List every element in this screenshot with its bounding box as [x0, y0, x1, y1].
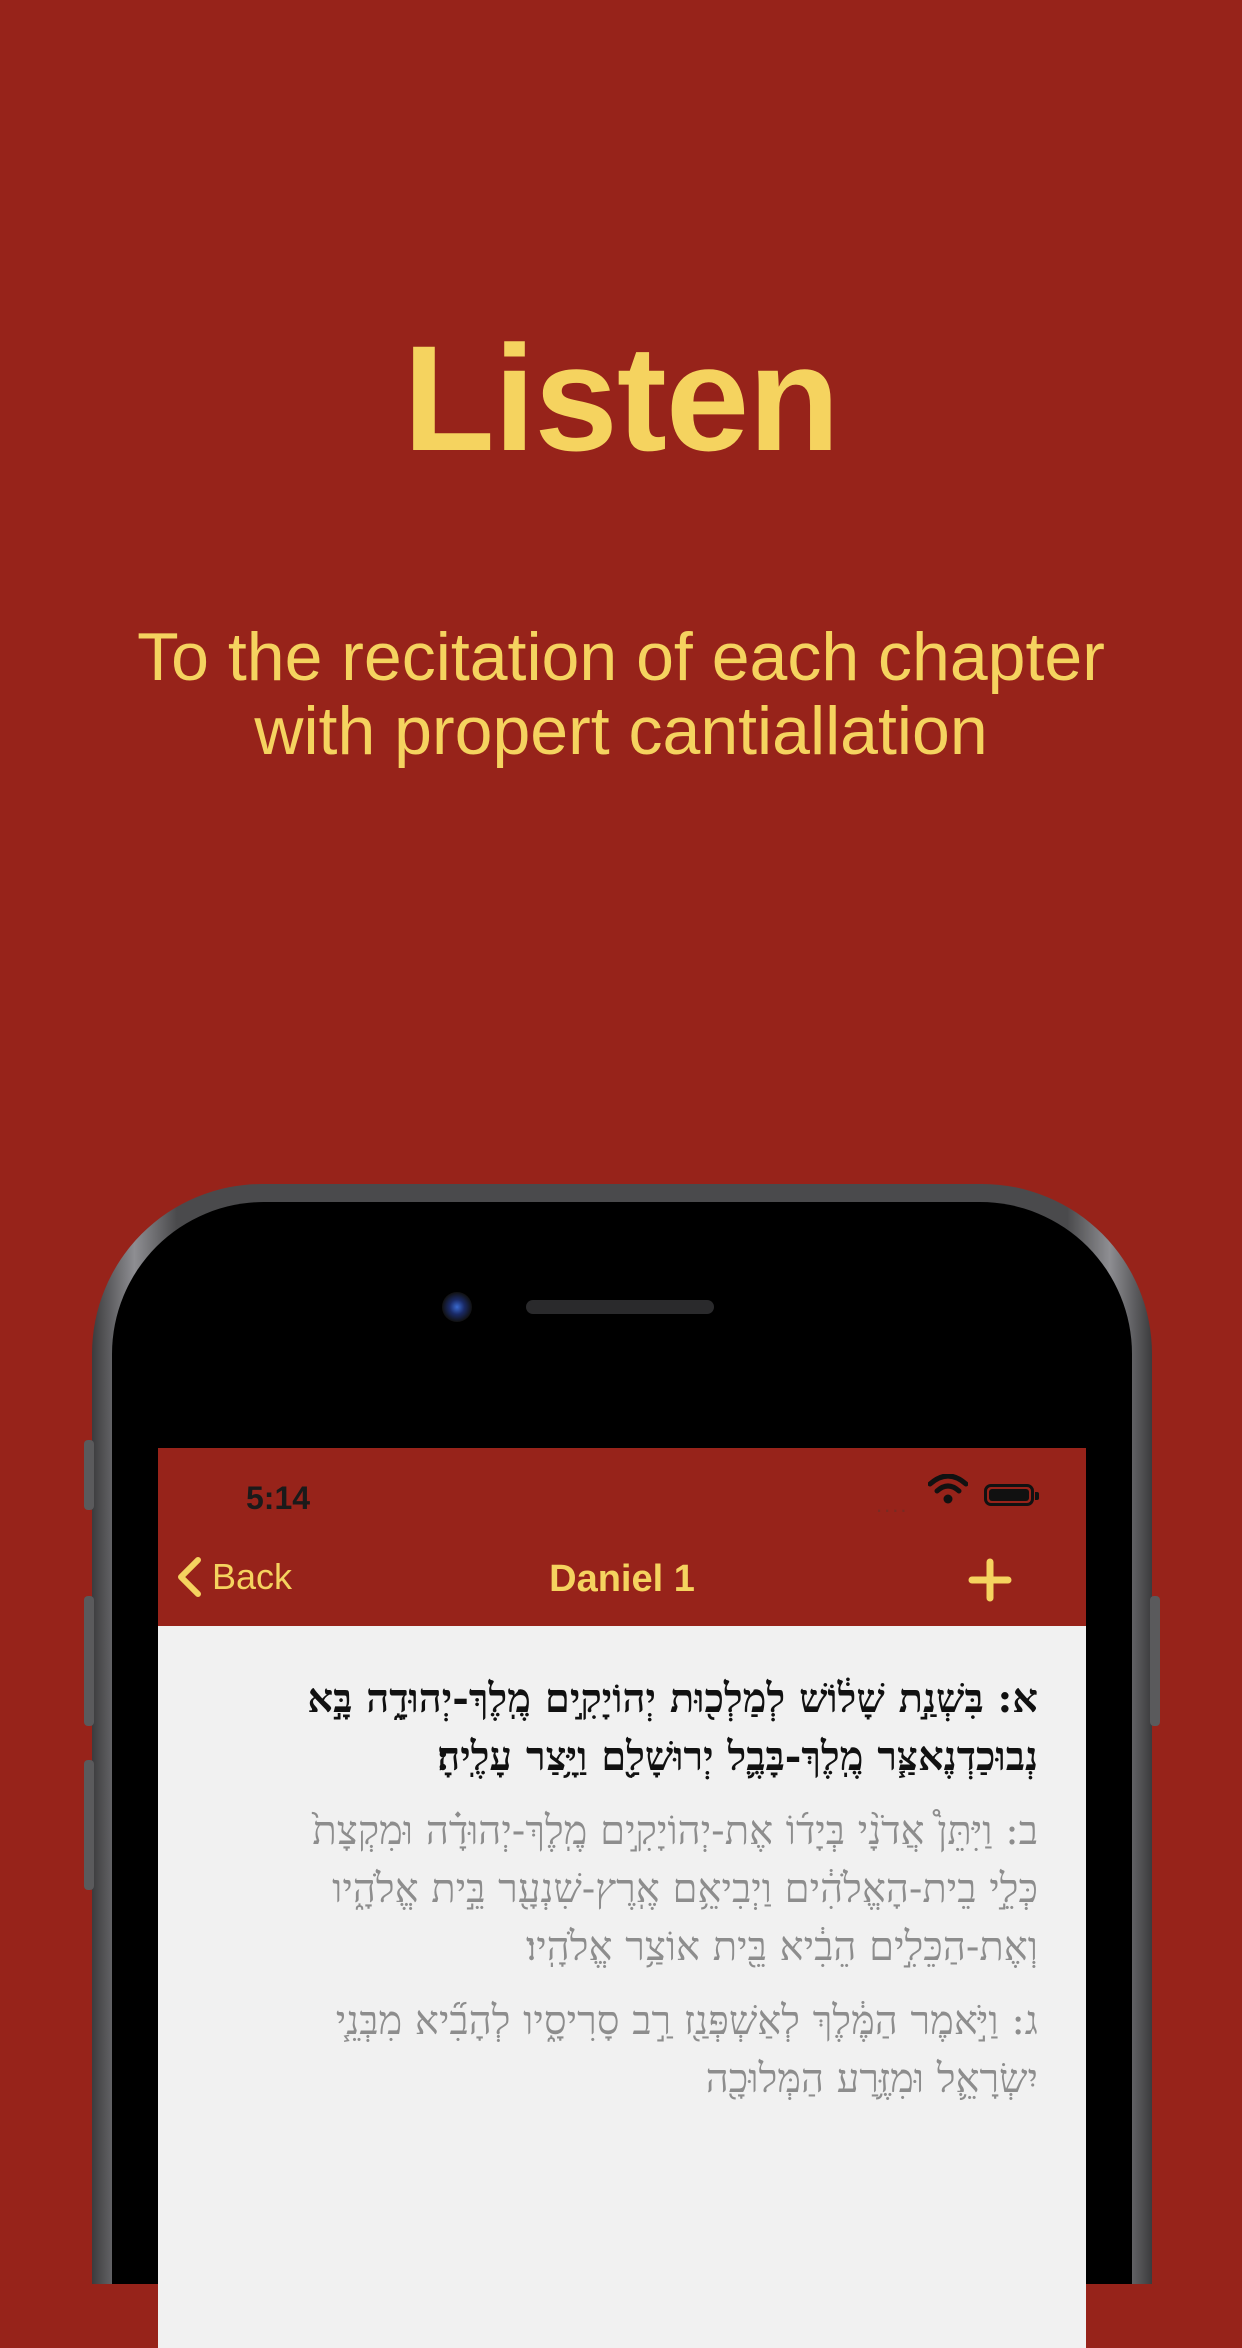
- plus-icon[interactable]: [966, 1556, 1014, 1604]
- verse-1[interactable]: א: בִּשְׁנַ֣ת שָׁל֔וֹשׁ לְמַלְכ֖וּת יְהו…: [258, 1670, 1038, 1786]
- battery-icon: [984, 1484, 1039, 1506]
- chapter-text: א: בִּשְׁנַ֣ת שָׁל֔וֹשׁ לְמַלְכ֖וּת יְהו…: [158, 1626, 1086, 2124]
- cellular-signal-icon: ....: [876, 1492, 909, 1517]
- phone-power-button: [1150, 1596, 1160, 1726]
- verse-2[interactable]: ב: וַיִּתֵּן֩ אֲדֹנָ֨י בְּיָד֜וֹ אֶת-יְה…: [258, 1802, 1038, 1976]
- verse-3[interactable]: ג: וַיֹּ֣אמֶר הַמֶּ֔לֶךְ לְאַשְׁפְּנַ֖ז …: [258, 1992, 1038, 2108]
- promo-headline: Listen: [403, 314, 840, 482]
- front-camera: [442, 1292, 472, 1322]
- status-time: 5:14: [246, 1480, 311, 1516]
- promo-subtitle-line-1: To the recitation of each chapter: [137, 619, 1105, 695]
- phone-volume-up: [84, 1596, 94, 1726]
- navigation-bar: 5:14 .... Back Daniel 1: [158, 1448, 1086, 1626]
- chapter-title: Daniel 1: [549, 1558, 695, 1600]
- wifi-icon: [928, 1474, 968, 1504]
- app-screen: 5:14 .... Back Daniel 1 א: בִּשְׁנַ֣ת שָ…: [158, 1448, 1086, 2348]
- promo-subtitle: To the recitation of each chapter with p…: [40, 620, 1202, 768]
- phone-frame: 5:14 .... Back Daniel 1 א: בִּשְׁנַ֣ת שָ…: [84, 1184, 1160, 2348]
- phone-bezel: 5:14 .... Back Daniel 1 א: בִּשְׁנַ֣ת שָ…: [112, 1202, 1132, 2348]
- promo-subtitle-line-2: with propert cantiallation: [254, 693, 988, 769]
- phone-mute-switch: [84, 1440, 94, 1510]
- earpiece-speaker: [526, 1300, 714, 1314]
- phone-volume-down: [84, 1760, 94, 1890]
